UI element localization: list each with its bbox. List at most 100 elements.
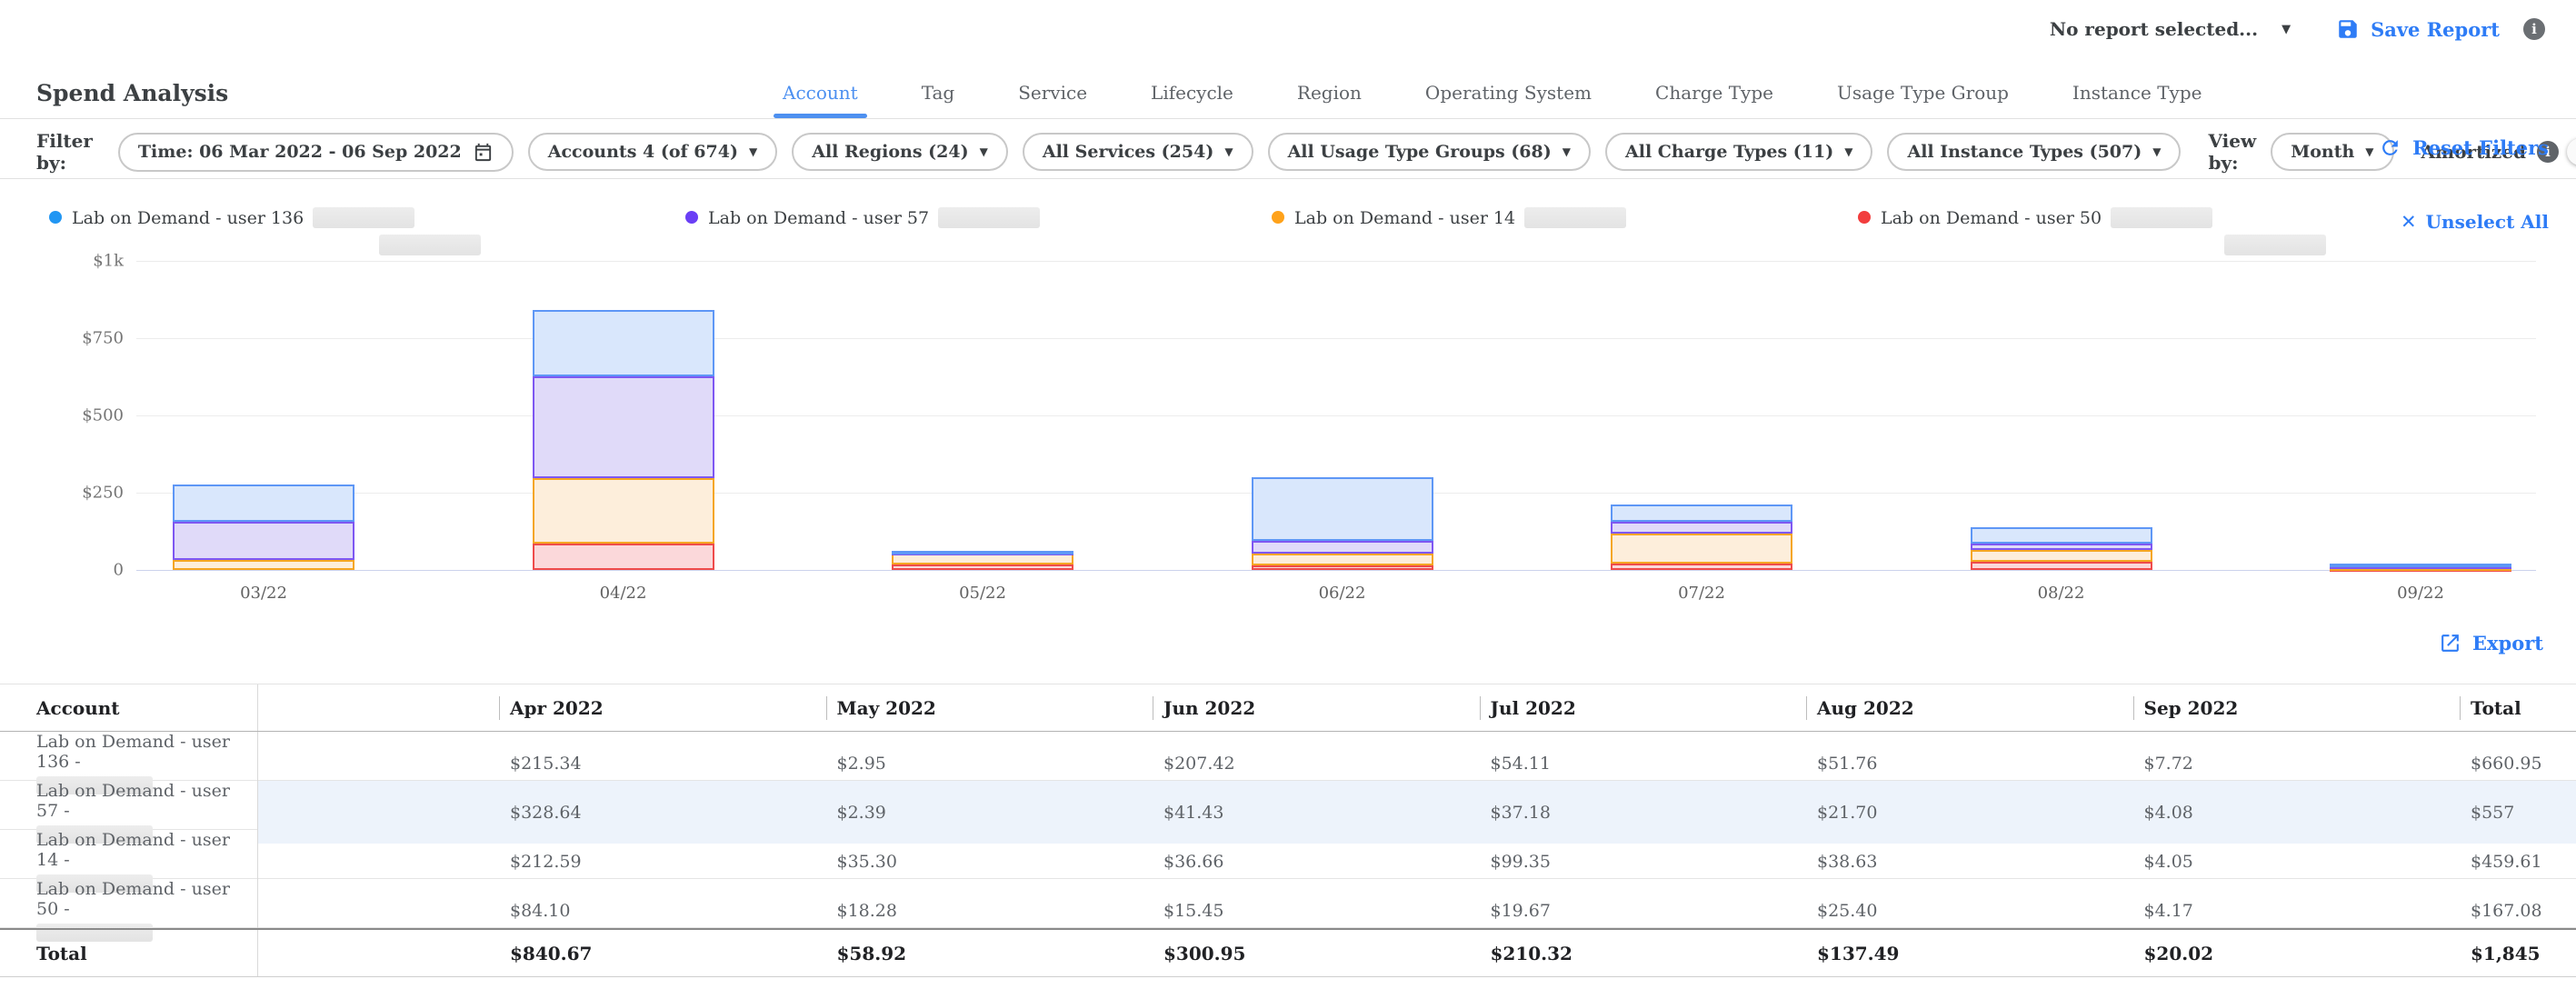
spend-bar-chart: $1k$750$500$250003/2204/2205/2206/2207/2…	[0, 227, 2576, 618]
y-axis-tick-label: 0	[0, 561, 124, 580]
bar-segment-lab-on-demand-user-136[interactable]	[1252, 477, 1433, 542]
bar-segment-lab-on-demand-user-57[interactable]	[1611, 522, 1792, 534]
save-report-button[interactable]: Save Report	[2336, 17, 2500, 41]
tab-service[interactable]: Service	[1013, 82, 1093, 118]
account-name: Lab on Demand - user 57 -	[36, 781, 257, 821]
bar-segment-lab-on-demand-user-14[interactable]	[1611, 534, 1792, 564]
report-selector-value: No report selected...	[2050, 18, 2258, 40]
tab-tag[interactable]: Tag	[916, 82, 961, 118]
legend-label: Lab on Demand - user 14	[1294, 208, 1515, 228]
bar-segment-lab-on-demand-user-57[interactable]	[1252, 541, 1433, 554]
bar-segment-lab-on-demand-user-50[interactable]	[1971, 562, 2152, 570]
bar-segment-lab-on-demand-user-50[interactable]	[1252, 565, 1433, 570]
x-axis-tick-label: 03/22	[191, 584, 336, 603]
usage-type-groups-filter[interactable]: All Usage Type Groups (68)▼	[1268, 133, 1591, 171]
column-header-account: Account	[0, 684, 258, 731]
time-filter-label: Time: 06 Mar 2022 - 06 Sep 2022	[138, 142, 462, 162]
instance-types-filter[interactable]: All Instance Types (507)▼	[1887, 133, 2181, 171]
bar-segment-lab-on-demand-user-57[interactable]	[533, 376, 714, 478]
bar-segment-lab-on-demand-user-50[interactable]	[1611, 564, 1792, 570]
export-button[interactable]: Export	[2439, 632, 2543, 654]
charge-types-filter[interactable]: All Charge Types (11) ▼	[1605, 133, 1872, 171]
table-row: Lab on Demand - user 57 -$328.64$2.39$41…	[0, 781, 2576, 830]
calendar-icon	[473, 142, 494, 163]
bar-segment-lab-on-demand-user-50[interactable]	[533, 544, 714, 570]
legend-item-lab-on-demand-user-14[interactable]: Lab on Demand - user 14	[1272, 207, 1626, 228]
column-header-jul-2022: Jul 2022	[1480, 684, 1807, 731]
chevron-down-icon: ▼	[749, 145, 757, 158]
filter-divider	[0, 178, 2576, 179]
chevron-down-icon: ▼	[2152, 145, 2161, 158]
tab-region[interactable]: Region	[1292, 82, 1367, 118]
bar-segment-lab-on-demand-user-14[interactable]	[173, 560, 354, 570]
bar-segment-lab-on-demand-user-57[interactable]	[1971, 544, 2152, 550]
bar-segment-lab-on-demand-user-136[interactable]	[1971, 527, 2152, 544]
save-report-label: Save Report	[2371, 18, 2500, 41]
bar-segment-lab-on-demand-user-136[interactable]	[533, 310, 714, 376]
legend-item-lab-on-demand-user-57[interactable]: Lab on Demand - user 57	[685, 207, 1040, 228]
bar-segment-lab-on-demand-user-14[interactable]	[533, 478, 714, 544]
regions-filter-label: All Regions (24)	[812, 142, 968, 162]
column-header-total: Total	[2460, 684, 2576, 731]
bar-segment-lab-on-demand-user-50[interactable]	[892, 564, 1073, 570]
amortized-toggle[interactable]	[2570, 142, 2576, 162]
info-icon[interactable]: i	[2523, 18, 2545, 40]
total-value-cell: $20.02	[2133, 930, 2461, 976]
refresh-icon	[2379, 136, 2401, 159]
bar-segment-lab-on-demand-user-14[interactable]	[1971, 550, 2152, 562]
total-label: Total	[0, 930, 258, 976]
regions-filter[interactable]: All Regions (24)▼	[792, 133, 1008, 171]
services-filter-label: All Services (254)	[1043, 142, 1213, 162]
chevron-down-icon: ▼	[1563, 145, 1571, 158]
total-value-cell: $300.95	[1153, 930, 1480, 976]
column-header-aug-2022: Aug 2022	[1806, 684, 2133, 731]
legend-label: Lab on Demand - user 50	[1881, 208, 2102, 228]
y-axis-tick-label: $500	[0, 406, 124, 425]
account-name: Lab on Demand - user 14 -	[36, 830, 257, 870]
filter-by-label: Filter by:	[36, 130, 93, 174]
y-axis-tick-label: $250	[0, 484, 124, 503]
services-filter[interactable]: All Services (254)▼	[1023, 133, 1253, 171]
bar-segment-lab-on-demand-user-136[interactable]	[892, 551, 1073, 554]
legend-dot-icon	[1272, 211, 1284, 224]
accounts-filter-label: Accounts 4 (of 674)	[548, 142, 738, 162]
redacted-text	[938, 207, 1040, 228]
charge-types-filter-label: All Charge Types (11)	[1625, 142, 1833, 162]
legend-dot-icon	[685, 211, 698, 224]
table-row: Lab on Demand - user 136 -$215.34$2.95$2…	[0, 732, 2576, 781]
accounts-filter[interactable]: Accounts 4 (of 674) ▼	[528, 133, 777, 171]
tab-usage-type-group[interactable]: Usage Type Group	[1832, 82, 2014, 118]
total-value-cell: $1,845	[2460, 930, 2576, 976]
y-axis-tick-label: $1k	[0, 252, 124, 271]
total-value-cell: $210.32	[1480, 930, 1807, 976]
bar-segment-lab-on-demand-user-14[interactable]	[1252, 554, 1433, 564]
y-axis-tick-label: $750	[0, 329, 124, 348]
tab-charge-type[interactable]: Charge Type	[1650, 82, 1779, 118]
dimension-tabs: Account Tag Service Lifecycle Region Operatin…	[777, 67, 2207, 118]
column-header-jun-2022: Jun 2022	[1153, 684, 1480, 731]
column-gap	[258, 684, 499, 731]
report-selector-dropdown[interactable]: No report selected... ▼	[2050, 18, 2291, 40]
reset-filters-button[interactable]: Reset Filters	[2379, 136, 2549, 159]
tab-account[interactable]: Account	[777, 82, 864, 118]
tab-operating-system[interactable]: Operating System	[1420, 82, 1597, 118]
toggle-knob	[2567, 138, 2576, 165]
column-header-may-2022: May 2022	[826, 684, 1153, 731]
x-axis-tick-label: 09/22	[2348, 584, 2493, 603]
tab-lifecycle[interactable]: Lifecycle	[1145, 82, 1239, 118]
filter-bar: Filter by: Time: 06 Mar 2022 - 06 Sep 20…	[36, 125, 2576, 178]
bar-segment-lab-on-demand-user-136[interactable]	[2330, 564, 2511, 567]
bar-segment-lab-on-demand-user-136[interactable]	[173, 485, 354, 522]
bar-segment-lab-on-demand-user-57[interactable]	[173, 522, 354, 559]
chevron-down-icon: ▼	[1844, 145, 1852, 158]
legend-text: Lab on Demand - user 57	[708, 207, 1040, 228]
view-by-dropdown[interactable]: Month ▼	[2271, 133, 2393, 171]
export-label: Export	[2472, 632, 2543, 654]
bar-segment-lab-on-demand-user-136[interactable]	[1611, 504, 1792, 521]
time-filter[interactable]: Time: 06 Mar 2022 - 06 Sep 2022	[118, 133, 514, 172]
view-by-value: Month	[2291, 142, 2354, 162]
redacted-text	[2111, 207, 2212, 228]
total-value-cell: $137.49	[1806, 930, 2133, 976]
account-name: Lab on Demand - user 136 -	[36, 732, 257, 772]
tab-instance-type[interactable]: Instance Type	[2067, 82, 2208, 118]
